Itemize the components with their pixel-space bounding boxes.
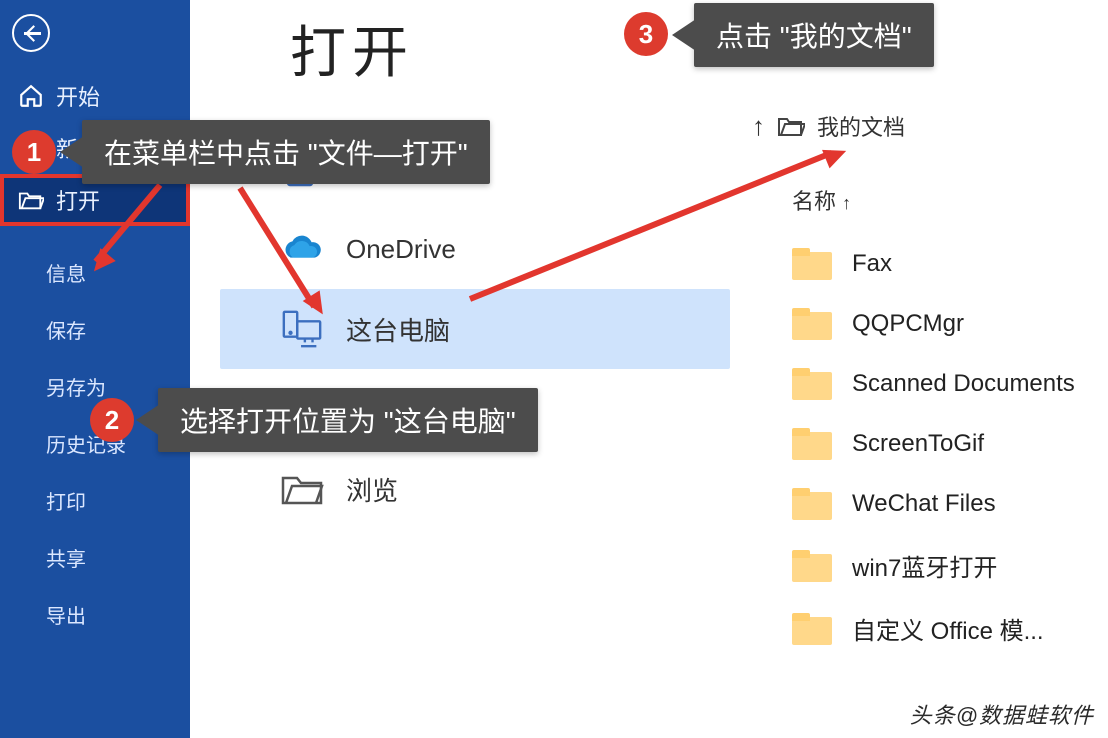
up-arrow-icon[interactable]: ↑	[752, 111, 765, 142]
page-title: 打开	[290, 8, 738, 89]
sidebar-label-start: 开始	[56, 80, 100, 112]
sidebar-item-save[interactable]: 保存	[0, 301, 190, 358]
sidebar-item-share[interactable]: 共享	[0, 529, 190, 586]
folder-name: win7蓝牙打开	[852, 548, 997, 583]
backstage-sidebar: 开始 新建 打开 信息 保存 另存为 历史记录 打印 共享 导出	[0, 0, 190, 738]
breadcrumb-label[interactable]: 我的文档	[817, 110, 905, 142]
location-this-pc[interactable]: 这台电脑	[220, 289, 730, 369]
sidebar-item-export[interactable]: 导出	[0, 586, 190, 643]
annotation-badge-1: 1	[12, 130, 56, 174]
location-label-onedrive: OneDrive	[346, 234, 456, 265]
folder-row[interactable]: win7蓝牙打开	[752, 534, 1098, 597]
open-folder-icon	[18, 187, 44, 213]
sidebar-label-open: 打开	[56, 184, 100, 216]
location-label-this-pc: 这台电脑	[346, 311, 450, 348]
folder-name: Fax	[852, 250, 892, 278]
annotation-callout-2: 选择打开位置为 "这台电脑"	[158, 388, 538, 452]
folder-icon	[792, 428, 832, 460]
folder-name: Scanned Documents	[852, 370, 1075, 398]
annotation-badge-3: 3	[624, 12, 668, 56]
column-header-name[interactable]: 名称 ↑	[792, 184, 1098, 216]
folder-row[interactable]: ScreenToGif	[752, 414, 1098, 474]
folder-name: WeChat Files	[852, 490, 996, 518]
annotation-callout-3: 点击 "我的文档"	[694, 3, 934, 67]
location-label-browse: 浏览	[346, 471, 398, 508]
browse-folder-icon	[280, 467, 324, 511]
home-icon	[18, 83, 44, 109]
folder-row[interactable]: Fax	[752, 234, 1098, 294]
folder-name: ScreenToGif	[852, 430, 984, 458]
folder-icon	[792, 550, 832, 582]
folder-name: 自定义 Office 模...	[852, 611, 1044, 646]
folder-row[interactable]: Scanned Documents	[752, 354, 1098, 414]
open-locations-panel: 打开 最近 OneDrive 这台电脑 添加位置 浏览	[190, 0, 738, 738]
folder-icon	[792, 308, 832, 340]
annotation-badge-2: 2	[90, 398, 134, 442]
breadcrumb: ↑ 我的文档	[752, 110, 1098, 142]
back-button[interactable]	[12, 14, 50, 52]
sidebar-item-print[interactable]: 打印	[0, 472, 190, 529]
location-browse[interactable]: 浏览	[220, 449, 730, 529]
annotation-text-1: 在菜单栏中点击 "文件—打开"	[104, 138, 468, 169]
sidebar-item-start[interactable]: 开始	[0, 70, 190, 122]
folder-icon	[792, 248, 832, 280]
annotation-text-3: 点击 "我的文档"	[716, 21, 912, 52]
folder-icon	[792, 488, 832, 520]
folder-icon	[792, 368, 832, 400]
folder-row[interactable]: QQPCMgr	[752, 294, 1098, 354]
file-browser-panel: ↑ 我的文档 名称 ↑ Fax QQPCMgr Scanned Document…	[738, 0, 1108, 738]
annotation-text-2: 选择打开位置为 "这台电脑"	[180, 406, 516, 437]
folder-row[interactable]: 自定义 Office 模...	[752, 597, 1098, 660]
sort-asc-icon: ↑	[842, 193, 851, 213]
folder-open-icon	[777, 115, 805, 137]
folder-icon	[792, 613, 832, 645]
folder-row[interactable]: WeChat Files	[752, 474, 1098, 534]
watermark: 头条@数据蛙软件	[910, 698, 1094, 730]
annotation-callout-1: 在菜单栏中点击 "文件—打开"	[82, 120, 490, 184]
folder-name: QQPCMgr	[852, 310, 964, 338]
